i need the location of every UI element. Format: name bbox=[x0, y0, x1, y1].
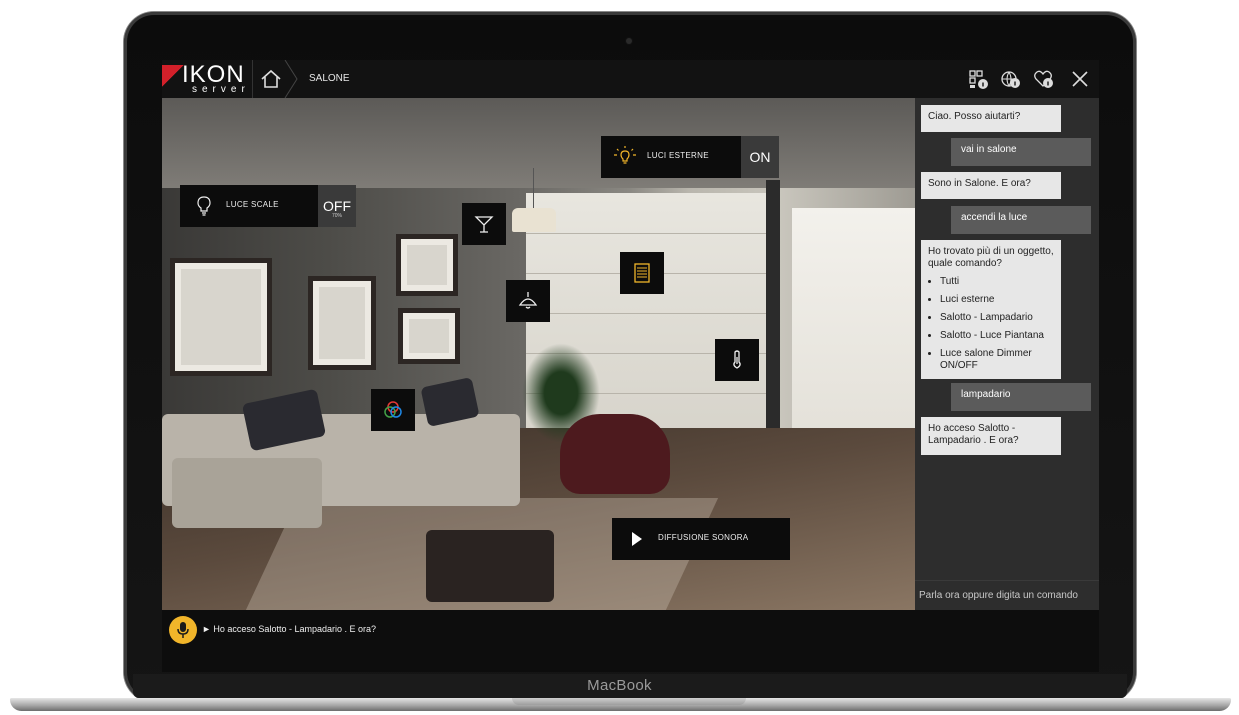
lamp-cord bbox=[533, 168, 534, 208]
rgb-light-tile[interactable] bbox=[371, 389, 415, 431]
chat-message-text: Sono in Salone. E ora? bbox=[928, 178, 1031, 189]
ottoman bbox=[426, 530, 554, 602]
top-bar: IKON server SALONE bbox=[162, 60, 1099, 98]
luce-scale-state[interactable]: OFF bbox=[318, 185, 356, 227]
luci-esterne-label: LUCI ESTERNE bbox=[647, 151, 709, 160]
play-icon bbox=[632, 532, 642, 546]
laptop-notch bbox=[512, 698, 746, 705]
blind-icon bbox=[634, 263, 650, 283]
wall-picture bbox=[396, 234, 458, 296]
wall-picture bbox=[398, 308, 460, 364]
luci-esterne-state[interactable]: ON bbox=[741, 136, 779, 178]
divider bbox=[252, 60, 253, 98]
chat-message-text: accendi la luce bbox=[961, 212, 1028, 223]
sofa-arm bbox=[172, 458, 322, 528]
camera bbox=[626, 38, 632, 44]
blind-line bbox=[526, 233, 766, 234]
chat-message-user: lampadario bbox=[951, 383, 1091, 411]
diffusione-sonora-label: DIFFUSIONE SONORA bbox=[658, 533, 749, 542]
chat-message-text: Ho acceso Salotto - Lampadario . E ora? bbox=[928, 423, 1019, 446]
qr-info-icon[interactable] bbox=[968, 68, 990, 90]
status-bar bbox=[162, 610, 1099, 672]
door-frame bbox=[766, 180, 780, 440]
chat-command-input[interactable]: Parla ora oppure digita un comando bbox=[915, 580, 1099, 610]
app-screen: IKON server SALONE LUCE SCALE OFF 70% LU… bbox=[162, 60, 1099, 672]
device-brand: MacBook bbox=[587, 677, 652, 694]
chat-message-bot: Ho trovato più di un oggetto, quale coma… bbox=[921, 240, 1061, 379]
microphone-button[interactable] bbox=[169, 616, 197, 644]
status-message: ► Ho acceso Salotto - Lampadario . E ora… bbox=[202, 624, 376, 634]
blind-tile[interactable] bbox=[620, 252, 664, 294]
chat-option[interactable]: Luci esterne bbox=[940, 294, 1054, 306]
chat-message-text: lampadario bbox=[961, 389, 1011, 400]
luci-esterne-control[interactable]: LUCI ESTERNE ON bbox=[601, 136, 779, 178]
doorway bbox=[792, 208, 915, 448]
thermometer-icon bbox=[733, 350, 741, 369]
ceiling bbox=[162, 98, 915, 188]
diffusione-sonora-control[interactable]: DIFFUSIONE SONORA bbox=[612, 518, 790, 560]
microphone-icon bbox=[177, 622, 189, 638]
close-icon[interactable] bbox=[1069, 68, 1091, 90]
chat-options-list: Tutti Luci esterne Salotto - Lampadario … bbox=[928, 276, 1054, 372]
chat-message-bot: Sono in Salone. E ora? bbox=[921, 172, 1061, 199]
bulb-on-icon bbox=[614, 146, 636, 164]
chat-message-text: Ho trovato più di un oggetto, quale coma… bbox=[928, 246, 1054, 269]
chat-message-bot: Ciao. Posso aiutarti? bbox=[921, 105, 1061, 132]
cocktail-tile[interactable] bbox=[462, 203, 506, 245]
chat-message-user: vai in salone bbox=[951, 138, 1091, 166]
chat-option[interactable]: Salotto - Lampadario bbox=[940, 312, 1054, 324]
luce-scale-level: 70% bbox=[331, 213, 342, 219]
chat-message-text: Ciao. Posso aiutarti? bbox=[928, 111, 1021, 122]
chat-option[interactable]: Tutti bbox=[940, 276, 1054, 288]
luce-scale-control[interactable]: LUCE SCALE OFF 70% bbox=[180, 185, 356, 227]
chat-message-bot: Ho acceso Salotto - Lampadario . E ora? bbox=[921, 417, 1061, 455]
home-icon[interactable] bbox=[258, 66, 284, 92]
armchair bbox=[560, 414, 670, 494]
logo-subtitle: server bbox=[192, 84, 250, 95]
logo-mark bbox=[162, 65, 184, 87]
ceiling-lamp-icon bbox=[518, 292, 538, 309]
globe-info-icon[interactable] bbox=[1000, 68, 1022, 90]
wall-picture bbox=[170, 258, 272, 376]
luce-scale-label: LUCE SCALE bbox=[226, 200, 279, 209]
chat-message-text: vai in salone bbox=[961, 144, 1017, 155]
chat-option[interactable]: Luce salone Dimmer ON/OFF bbox=[940, 348, 1054, 372]
breadcrumb-room[interactable]: SALONE bbox=[309, 73, 350, 84]
pendant-lamp bbox=[512, 208, 556, 232]
ikon-logo: IKON server bbox=[162, 62, 254, 96]
breadcrumb-separator-icon bbox=[284, 60, 298, 98]
blind-line bbox=[526, 313, 766, 314]
room-photo bbox=[162, 98, 915, 610]
bulb-icon bbox=[197, 196, 211, 216]
chat-option[interactable]: Salotto - Luce Piantana bbox=[940, 330, 1054, 342]
rgb-color-icon bbox=[384, 401, 402, 418]
ceiling-lamp-tile[interactable] bbox=[506, 280, 550, 322]
wall-picture bbox=[308, 276, 376, 370]
chat-message-user: accendi la luce bbox=[951, 206, 1091, 234]
thermostat-tile[interactable] bbox=[715, 339, 759, 381]
cocktail-glass-icon bbox=[474, 216, 494, 233]
heart-info-icon[interactable] bbox=[1033, 68, 1055, 90]
